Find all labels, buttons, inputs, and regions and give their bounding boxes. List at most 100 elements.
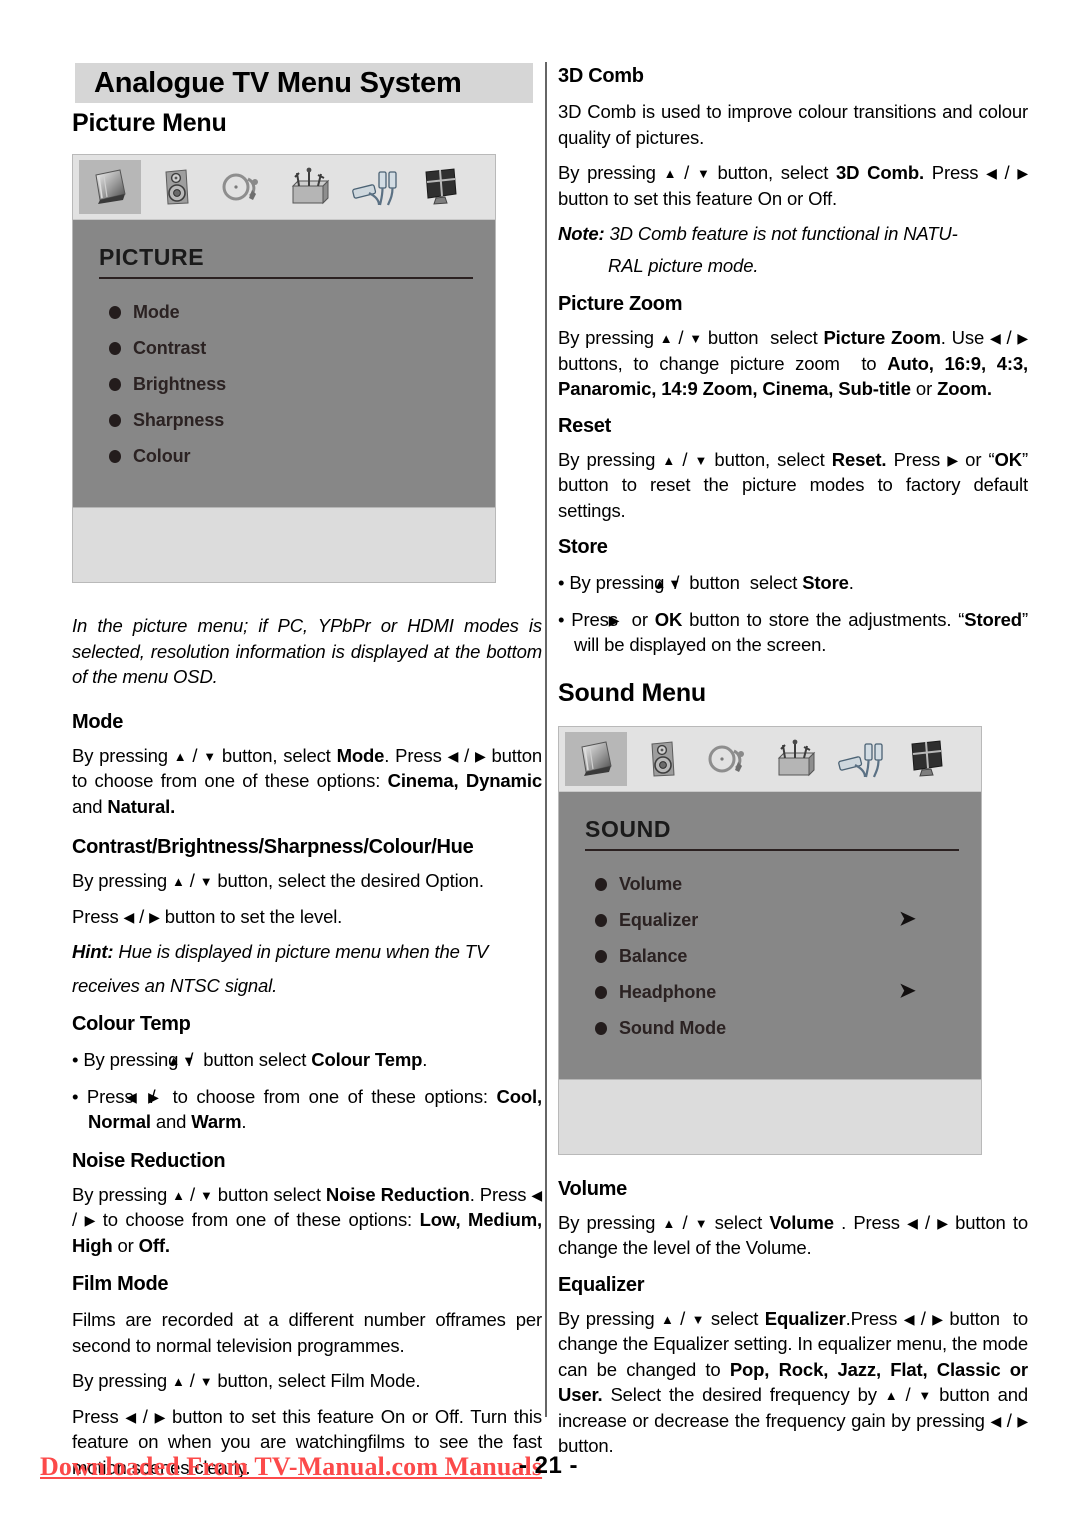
source-icon[interactable] bbox=[343, 160, 405, 214]
osd-item-label: Balance bbox=[619, 945, 688, 966]
up-arrow-icon bbox=[663, 1214, 676, 1231]
up-arrow-icon bbox=[662, 451, 675, 468]
left-arrow-icon bbox=[986, 164, 997, 181]
pc-icon[interactable] bbox=[895, 732, 957, 786]
submenu-arrow-icon: ➤ bbox=[899, 979, 916, 1002]
volume-heading: Volume bbox=[558, 1177, 627, 1200]
colour-temp-bullet-1: • By pressing / button select Colour Tem… bbox=[72, 1049, 428, 1070]
osd-item[interactable]: Brightness bbox=[73, 373, 495, 396]
down-arrow-icon bbox=[689, 329, 702, 346]
install-icon[interactable] bbox=[277, 160, 339, 214]
right-arrow-icon bbox=[85, 1211, 96, 1228]
left-arrow-icon bbox=[124, 908, 135, 925]
mode-heading: Mode bbox=[72, 710, 124, 733]
noise-reduction-paragraph: By pressing / button select Noise Reduct… bbox=[72, 1182, 542, 1259]
source-icon[interactable] bbox=[829, 732, 891, 786]
bullet-icon bbox=[109, 378, 121, 391]
left-arrow-icon bbox=[990, 329, 1001, 346]
contrast-paragraph-1: By pressing / button, select the desired… bbox=[72, 868, 542, 894]
osd-item-label: Contrast bbox=[133, 338, 207, 358]
osd-item[interactable]: Sound Mode bbox=[559, 1017, 981, 1040]
osd-item[interactable]: Sharpness bbox=[73, 409, 495, 432]
bullet-icon bbox=[109, 450, 121, 463]
bullet-icon bbox=[109, 306, 121, 319]
sound-icon[interactable] bbox=[145, 160, 207, 214]
contrast-group-heading: Contrast/Brightness/Sharpness/Colour/Hue bbox=[72, 836, 474, 858]
contrast-paragraph-2: Press / button to set the level. bbox=[72, 904, 542, 930]
picture-osd-title: PICTURE bbox=[99, 244, 205, 270]
picture-osd-mockup: PICTURE Mode Contrast Brightness Sharpne… bbox=[72, 154, 496, 583]
left-arrow-icon bbox=[448, 747, 459, 764]
up-arrow-icon bbox=[172, 1372, 185, 1389]
film-mode-paragraph-1: Films are recorded at a different number… bbox=[72, 1309, 542, 1356]
osd-icon-bar bbox=[559, 726, 981, 791]
sound-osd-footer-strip bbox=[559, 1078, 981, 1154]
picture-icon[interactable] bbox=[565, 731, 627, 786]
osd-item[interactable]: Volume bbox=[559, 873, 981, 896]
osd-item-label: Headphone bbox=[619, 981, 717, 1002]
right-arrow-icon bbox=[475, 747, 486, 764]
mode-paragraph: By pressing / button, select Mode. Press… bbox=[72, 743, 542, 820]
feature-icon[interactable] bbox=[697, 732, 759, 786]
osd-item[interactable]: Balance bbox=[559, 945, 981, 968]
picture-zoom-paragraph: By pressing / button select Picture Zoom… bbox=[558, 325, 1028, 402]
film-mode-paragraph-2: By pressing / button, select Film Mode. bbox=[72, 1368, 542, 1394]
volume-paragraph: By pressing / select Volume . Press / bu… bbox=[558, 1210, 1028, 1261]
install-icon[interactable] bbox=[763, 732, 825, 786]
left-arrow-icon bbox=[990, 1412, 1001, 1429]
osd-item-label: Colour bbox=[133, 446, 191, 466]
right-arrow-icon bbox=[1017, 1412, 1028, 1429]
download-source-link[interactable]: Downloaded From TV-Manual.com Manuals bbox=[40, 1452, 542, 1482]
colour-temp-heading: Colour Temp bbox=[72, 1013, 191, 1035]
picture-icon[interactable] bbox=[79, 160, 141, 214]
up-arrow-icon bbox=[172, 872, 185, 889]
osd-item[interactable]: Colour bbox=[73, 445, 495, 468]
sound-osd-mockup: SOUND Volume Equalizer ➤ Balance Headpho… bbox=[558, 725, 982, 1155]
sound-icon[interactable] bbox=[631, 732, 693, 786]
up-arrow-icon bbox=[885, 1386, 898, 1403]
left-column: Picture Menu PICTURE Mode Contrast Brigh… bbox=[72, 108, 542, 1480]
right-arrow-icon bbox=[947, 451, 958, 468]
bullet-icon bbox=[595, 913, 607, 927]
osd-item[interactable]: Equalizer ➤ bbox=[559, 907, 981, 932]
bullet-icon bbox=[595, 877, 607, 891]
sound-osd-body: SOUND Volume Equalizer ➤ Balance Headpho… bbox=[559, 790, 981, 1079]
down-arrow-icon bbox=[200, 872, 213, 889]
bullet-icon bbox=[595, 949, 607, 963]
column-divider bbox=[545, 62, 547, 1417]
osd-icon-bar bbox=[73, 155, 495, 219]
osd-item-label: Equalizer bbox=[619, 909, 699, 930]
reset-paragraph: By pressing / button, select Reset. Pres… bbox=[558, 447, 1028, 524]
picture-osd-list: Mode Contrast Brightness Sharpness Colou… bbox=[73, 301, 495, 468]
pc-icon[interactable] bbox=[409, 160, 471, 214]
osd-item[interactable]: Contrast bbox=[73, 337, 495, 360]
osd-item[interactable]: Mode bbox=[73, 301, 495, 324]
down-arrow-icon bbox=[692, 1310, 705, 1327]
osd-item[interactable]: Headphone ➤ bbox=[559, 979, 981, 1004]
3d-comb-note: Note: 3D Comb feature is not functional … bbox=[558, 223, 958, 244]
submenu-arrow-icon: ➤ bbox=[899, 907, 916, 930]
film-mode-heading: Film Mode bbox=[72, 1273, 169, 1295]
right-column: 3D Comb 3D Comb is used to improve colou… bbox=[558, 64, 1028, 1459]
sound-menu-heading: Sound Menu bbox=[558, 678, 706, 707]
up-arrow-icon bbox=[660, 329, 673, 346]
picture-intro-note: In the picture menu; if PC, YPbPr or HDM… bbox=[72, 615, 542, 687]
left-arrow-icon bbox=[907, 1214, 918, 1231]
up-arrow-icon bbox=[172, 1186, 185, 1203]
picture-zoom-heading: Picture Zoom bbox=[558, 293, 683, 315]
up-arrow-icon bbox=[661, 1310, 674, 1327]
feature-icon[interactable] bbox=[211, 160, 273, 214]
chapter-title: Analogue TV Menu System bbox=[94, 67, 462, 99]
hue-hint: Hint: Hue is displayed in picture menu w… bbox=[72, 941, 489, 962]
right-arrow-icon bbox=[1017, 164, 1028, 181]
down-arrow-icon bbox=[697, 164, 710, 181]
3d-comb-note-cont: RAL picture mode. bbox=[608, 254, 759, 276]
up-arrow-icon bbox=[174, 747, 187, 764]
page-number: - 21 - bbox=[519, 1452, 579, 1479]
equalizer-paragraph: By pressing / select Equalizer.Press / b… bbox=[558, 1306, 1028, 1459]
picture-menu-heading: Picture Menu bbox=[72, 109, 227, 137]
sound-osd-list: Volume Equalizer ➤ Balance Headphone ➤ S… bbox=[559, 873, 981, 1040]
3d-comb-paragraph-1: 3D Comb is used to improve colour transi… bbox=[558, 101, 1028, 148]
right-arrow-icon bbox=[937, 1214, 948, 1231]
sound-osd-title: SOUND bbox=[585, 815, 672, 842]
